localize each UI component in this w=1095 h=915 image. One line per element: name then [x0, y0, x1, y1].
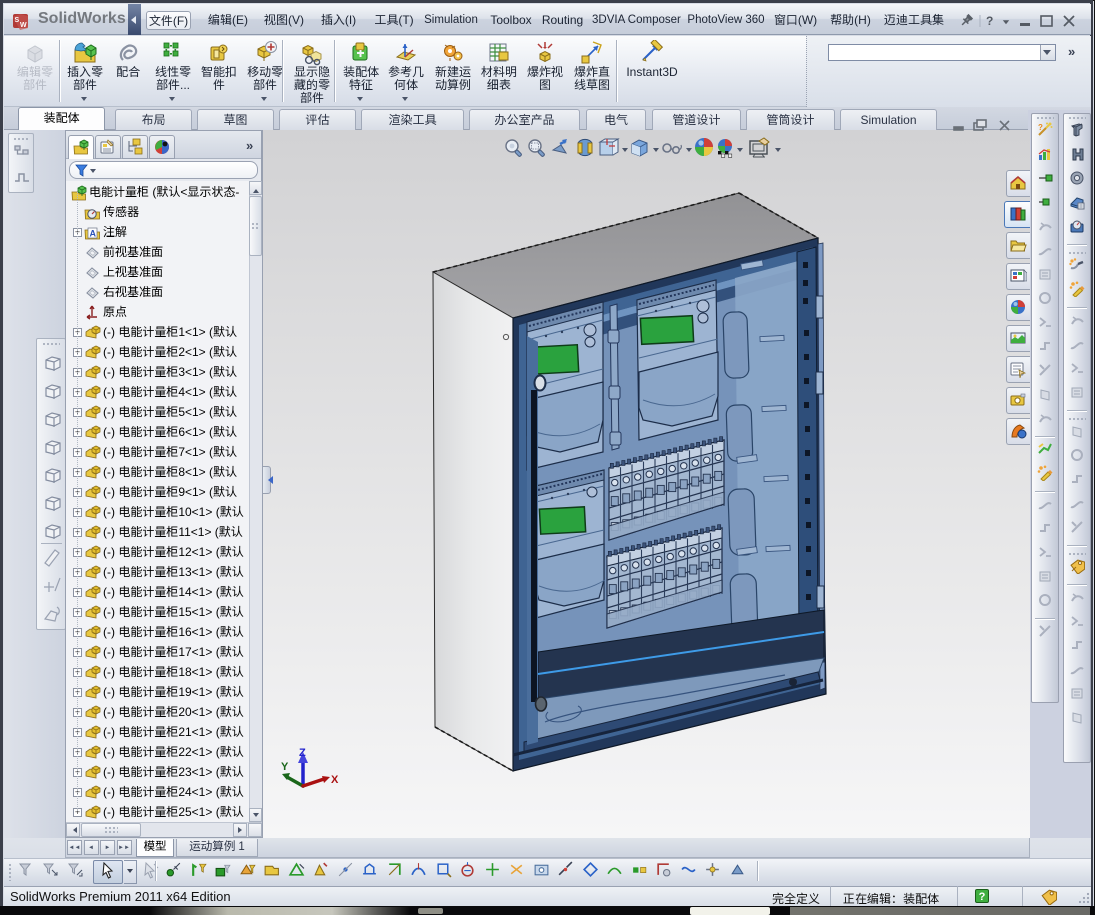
- svg-text:S: S: [15, 17, 20, 24]
- svg-text:Y: Y: [281, 761, 289, 773]
- svg-text:A: A: [90, 229, 97, 239]
- svg-text:Z: Z: [299, 747, 306, 759]
- svg-text:X: X: [331, 774, 339, 786]
- svg-text:?: ?: [1038, 123, 1043, 132]
- svg-text:W: W: [20, 22, 27, 29]
- svg-text:?: ?: [986, 14, 993, 28]
